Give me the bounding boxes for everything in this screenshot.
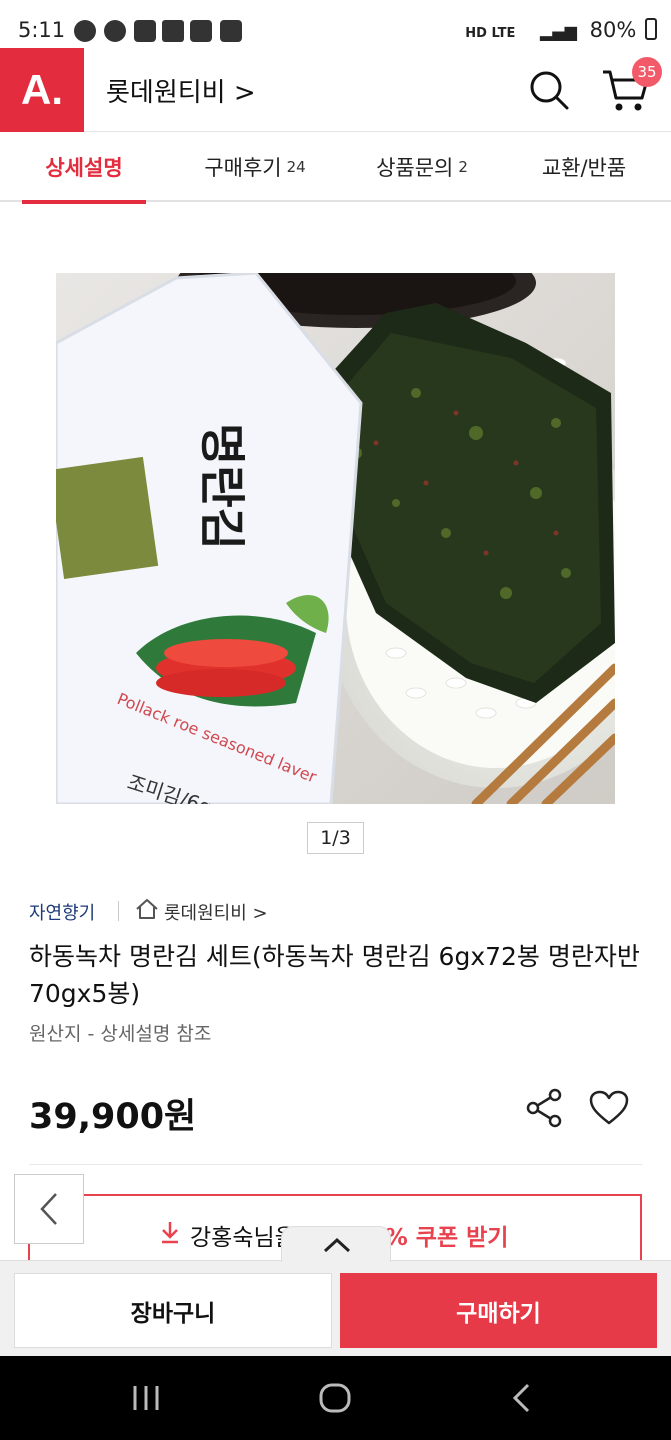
signal-icon: ▂▄▆ — [540, 22, 577, 41]
talk-notification-icon — [74, 20, 96, 42]
image-pager: 1/3 — [307, 822, 364, 854]
home-icon — [136, 899, 158, 919]
seller-link[interactable]: 롯데원티비 > — [164, 899, 268, 925]
share-icon[interactable] — [523, 1087, 565, 1129]
brand-divider — [118, 901, 119, 921]
tab-details[interactable]: 상세설명 — [22, 132, 146, 204]
image-notification-icon — [162, 20, 184, 42]
c-notification-icon — [104, 20, 126, 42]
tab-details-label: 상세설명 — [45, 156, 123, 180]
app-header: A. 롯데원티비 > — [0, 48, 671, 132]
tab-reviews[interactable]: 구매후기 24 — [180, 132, 330, 202]
status-right: HD LTE ▂▄▆ 80% — [465, 18, 657, 42]
home-nav-icon[interactable] — [318, 1382, 352, 1414]
pen-notification-icon — [190, 20, 212, 42]
tab-reviews-label: 구매후기 — [204, 156, 282, 180]
tab-questions-label: 상품문의 — [376, 156, 454, 180]
product-tabs: 상세설명 구매후기 24 상품문의 2 교환/반품 — [0, 132, 671, 204]
product-image[interactable]: 명란김 Pollack roe seasoned laver 조미김/6g — [56, 273, 615, 804]
battery-level: 80% — [589, 18, 637, 42]
system-nav-bar — [0, 1356, 671, 1440]
tab-exchange-label: 교환/반품 — [541, 156, 627, 180]
expand-handle[interactable] — [281, 1226, 391, 1262]
recent-apps-icon[interactable] — [130, 1384, 162, 1412]
tab-exchange-return[interactable]: 교환/반품 — [518, 132, 650, 202]
brand-link[interactable]: 자연향기 — [29, 899, 95, 925]
product-price: 39,900원 — [29, 1097, 197, 1137]
section-divider — [29, 1164, 642, 1165]
back-nav-icon[interactable] — [510, 1382, 534, 1414]
chevron-left-icon — [40, 1193, 57, 1225]
product-photo: 명란김 Pollack roe seasoned laver 조미김/6g — [56, 273, 615, 804]
buy-now-button[interactable]: 구매하기 — [340, 1273, 657, 1348]
svg-text:명란김: 명란김 — [195, 423, 249, 550]
home-logo[interactable]: A. — [0, 48, 84, 132]
back-button[interactable] — [14, 1174, 84, 1244]
tab-questions[interactable]: 상품문의 2 — [352, 132, 492, 202]
location2-notification-icon — [220, 20, 242, 42]
product-title: 하동녹차 명란김 세트(하동녹차 명란김 6gx72봉 명란자반 70gx5봉) — [29, 942, 640, 1008]
tab-reviews-count: 24 — [286, 158, 306, 176]
download-icon — [162, 1222, 178, 1244]
search-icon[interactable] — [527, 68, 571, 112]
chevron-up-icon — [323, 1237, 351, 1253]
battery-icon — [645, 18, 657, 40]
product-origin: 원산지 - 상세설명 참조 — [29, 1023, 212, 1045]
status-time: 5:11 — [18, 18, 66, 42]
location-notification-icon — [134, 20, 156, 42]
store-link[interactable]: 롯데원티비 > — [106, 72, 256, 109]
cart-count-badge: 35 — [632, 57, 662, 87]
tab-questions-count: 2 — [458, 158, 468, 176]
heart-icon[interactable] — [588, 1089, 630, 1127]
add-to-cart-button[interactable]: 장바구니 — [14, 1273, 332, 1348]
network-indicator: HD LTE — [465, 26, 516, 41]
